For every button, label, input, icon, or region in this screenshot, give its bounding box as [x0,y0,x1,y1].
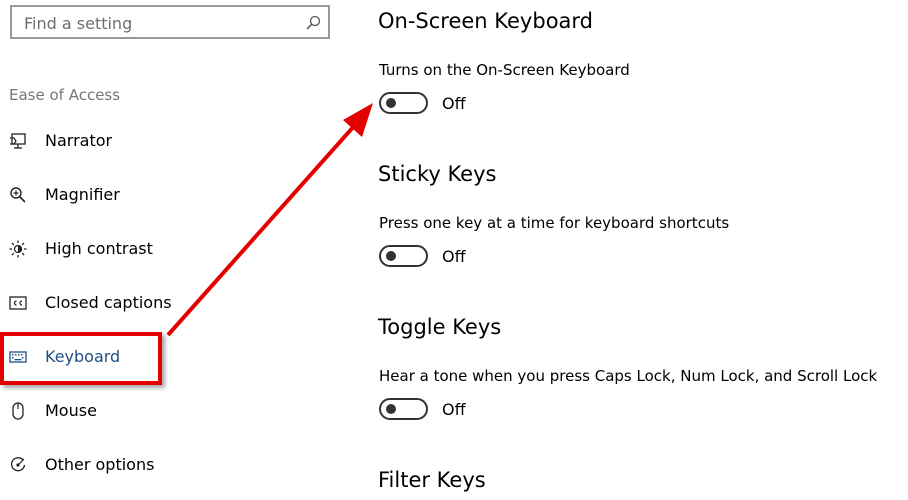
closed-captions-icon [9,296,27,310]
section-description: Turns on the On-Screen Keyboard [379,61,630,79]
toggle-knob [386,98,396,108]
sidebar-item-high-contrast[interactable]: High contrast [0,229,330,269]
toggle-state-label: Off [442,400,466,419]
section-title-filter-keys: Filter Keys [378,468,486,492]
toggle-state-label: Off [442,247,466,266]
section-title-sticky-keys: Sticky Keys [378,162,497,186]
sidebar-item-label: High contrast [45,239,153,258]
sidebar: Find a setting Ease of Access Narrator M… [0,0,340,500]
sidebar-item-label: Magnifier [45,185,120,204]
sidebar-item-label: Closed captions [45,293,172,312]
section-title-toggle-keys: Toggle Keys [378,315,502,339]
section-description: Hear a tone when you press Caps Lock, Nu… [379,367,878,385]
toggle-keys-toggle[interactable] [379,398,428,420]
section-description: Press one key at a time for keyboard sho… [379,214,730,232]
keyboard-highlight-box [0,332,162,385]
narrator-icon [10,133,26,149]
mouse-icon [12,402,24,420]
other-options-icon [10,457,26,472]
on-screen-keyboard-toggle[interactable] [379,92,428,114]
sticky-keys-toggle[interactable] [379,245,428,267]
category-heading: Ease of Access [9,86,121,104]
main-panel: On-Screen Keyboard Turns on the On-Scree… [378,0,898,500]
search-input[interactable]: Find a setting [24,14,132,33]
sidebar-item-label: Narrator [45,131,113,150]
section-title-on-screen-keyboard: On-Screen Keyboard [378,9,594,33]
sidebar-item-mouse[interactable]: Mouse [0,391,330,431]
sidebar-item-narrator[interactable]: Narrator [0,121,330,161]
toggle-knob [386,251,396,261]
sidebar-item-other-options[interactable]: Other options [0,445,330,485]
high-contrast-icon [9,240,27,258]
toggle-state-label: Off [442,94,466,113]
sidebar-item-label: Mouse [45,401,97,420]
search-icon[interactable] [305,15,321,31]
sidebar-item-closed-captions[interactable]: Closed captions [0,283,330,323]
search-box[interactable]: Find a setting [10,5,330,39]
magnifier-icon [10,187,26,203]
toggle-knob [386,404,396,414]
sidebar-item-magnifier[interactable]: Magnifier [0,175,330,215]
sidebar-item-label: Other options [45,455,155,474]
